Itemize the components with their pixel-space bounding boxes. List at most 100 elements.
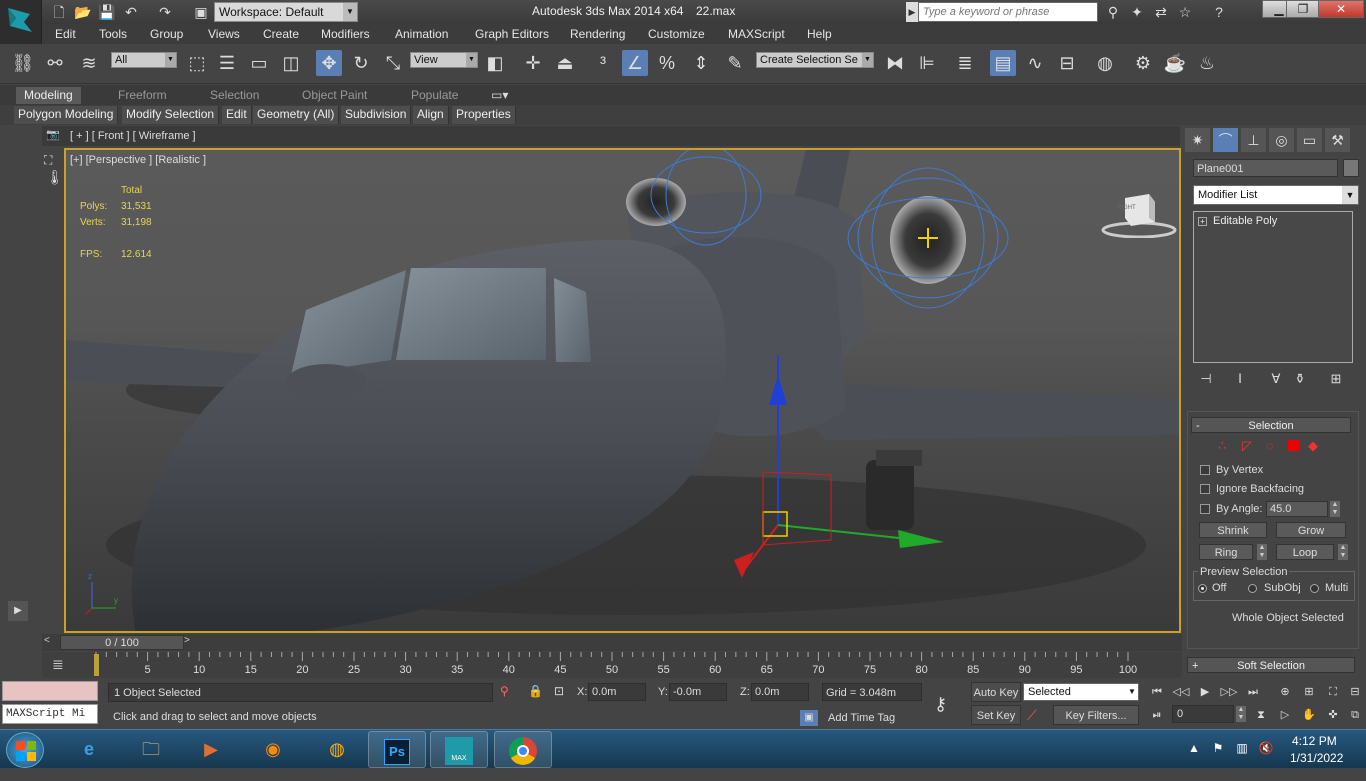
spinner-snap-icon[interactable]: ⇕ xyxy=(688,50,714,76)
angle-spinner[interactable]: ▲ ▼ xyxy=(1330,501,1340,517)
binoculars-icon[interactable]: ⚲ xyxy=(1104,3,1122,21)
zoom-icon[interactable]: ⊕ xyxy=(1274,682,1296,702)
menu-customize[interactable]: Customize xyxy=(648,27,705,41)
graphite-toolbar-icon[interactable]: ▤ xyxy=(990,50,1016,76)
panel-polygon-modeling[interactable]: Polygon Modeling xyxy=(14,106,119,124)
viewport-layout-icon[interactable]: ⛶ xyxy=(44,153,52,168)
soft-selection-rollout-header[interactable]: + Soft Selection xyxy=(1187,657,1355,673)
create-tab-icon[interactable]: ✷ xyxy=(1185,128,1210,152)
unlink-icon[interactable]: ⚯ xyxy=(42,50,68,76)
exchange-icon[interactable]: ⇄ xyxy=(1152,3,1170,21)
keyboard-shortcut-override-icon[interactable]: ⏏ xyxy=(552,50,578,76)
timeline-ruler[interactable]: 5 10 15 20 25 30 35 40 45 50 55 60 65 70 75 80 85 90 95 100 xyxy=(94,652,1174,678)
preview-multi-radio[interactable] xyxy=(1310,584,1319,593)
menu-maxscript[interactable]: MAXScript xyxy=(728,27,785,41)
select-and-rotate-icon[interactable]: ↻ xyxy=(348,50,374,76)
tab-selection[interactable]: Selection xyxy=(202,87,267,104)
panel-subdivision[interactable]: Subdivision xyxy=(341,106,412,124)
tab-populate[interactable]: Populate xyxy=(403,87,466,104)
render-setup-icon[interactable]: ⚙ xyxy=(1130,50,1156,76)
workspace-dropdown[interactable]: Workspace: Default ▼ xyxy=(214,2,358,22)
ring-spinner[interactable]: ▲ ▼ xyxy=(1257,544,1267,560)
clock-time[interactable]: 4:12 PM xyxy=(1292,734,1337,748)
go-to-end-icon[interactable]: ⏭ xyxy=(1242,682,1264,702)
file-explorer-icon[interactable]: 🗀 xyxy=(122,731,180,768)
select-and-move-icon[interactable]: ✥ xyxy=(316,50,342,76)
link-icon[interactable]: ⛓ xyxy=(10,50,36,76)
tab-freeform[interactable]: Freeform xyxy=(110,87,175,104)
schematic-view-icon[interactable]: ⊟ xyxy=(1054,50,1080,76)
viewport-label[interactable]: [+] [Perspective ] [Realistic ] xyxy=(70,154,206,166)
ribbon-options-icon[interactable]: ▭▾ xyxy=(483,87,516,104)
isolate-toggle-icon[interactable]: ⚲ xyxy=(500,684,509,698)
key-mode-toggle-icon[interactable]: ⏯ xyxy=(1146,705,1168,725)
by-angle-checkbox[interactable] xyxy=(1200,504,1210,514)
action-center-icon[interactable]: ⚑ xyxy=(1210,740,1226,756)
camera-icon[interactable]: 📷 xyxy=(46,128,60,141)
field-of-view-icon[interactable]: ▷ xyxy=(1274,705,1296,725)
3dsmax-taskbar-button[interactable]: MAX xyxy=(430,731,488,768)
grow-button[interactable]: Grow xyxy=(1276,522,1346,538)
maxscript-mini-listener[interactable]: MAXScript Mi xyxy=(2,704,98,724)
remove-modifier-icon[interactable]: ⚱ xyxy=(1290,369,1310,389)
select-manipulate-icon[interactable]: ✛ xyxy=(520,50,546,76)
panel-align[interactable]: Align xyxy=(413,106,449,124)
edge-mode-icon[interactable]: ◸ xyxy=(1242,438,1252,454)
menu-modifiers[interactable]: Modifiers xyxy=(321,27,370,41)
project-folder-icon[interactable]: ▣ xyxy=(192,3,210,21)
menu-help[interactable]: Help xyxy=(807,27,832,41)
next-frame-icon[interactable]: ▷▷ xyxy=(1218,682,1240,702)
open-file-icon[interactable]: 📂 xyxy=(74,3,92,21)
clock-date[interactable]: 1/31/2022 xyxy=(1290,751,1343,765)
media-player-icon[interactable]: ▶ xyxy=(182,731,240,768)
zoom-extents-icon[interactable]: ⛶ xyxy=(1322,682,1344,702)
volume-muted-icon[interactable]: 🔇 xyxy=(1258,740,1274,756)
maximize-viewport-icon[interactable]: ⧉ xyxy=(1344,705,1366,725)
y-coordinate-field[interactable]: -0.0m xyxy=(669,683,727,701)
ignore-backfacing-checkbox[interactable] xyxy=(1200,484,1210,494)
select-and-scale-icon[interactable]: ⤡ xyxy=(380,50,406,76)
help-icon[interactable]: ? xyxy=(1210,3,1228,21)
set-key-mode-icon[interactable]: ⚷ xyxy=(934,694,947,715)
add-time-tag-button[interactable]: Add Time Tag xyxy=(822,709,922,727)
x-coordinate-field[interactable]: 0.0m xyxy=(588,683,646,701)
make-unique-icon[interactable]: ∀ xyxy=(1266,369,1286,389)
edit-named-selection-icon[interactable]: ✎ xyxy=(722,50,748,76)
selection-rollout-header[interactable]: - Selection xyxy=(1191,417,1351,433)
menu-rendering[interactable]: Rendering xyxy=(570,27,625,41)
thermometer-icon[interactable]: 🌡 xyxy=(46,169,64,186)
selection-lock-icon[interactable]: 🔒 xyxy=(528,684,543,698)
menu-tools[interactable]: Tools xyxy=(99,27,127,41)
save-icon[interactable]: 💾 xyxy=(98,3,116,21)
align-icon[interactable]: ⊫ xyxy=(914,50,940,76)
network-icon[interactable]: ▥ xyxy=(1234,740,1250,756)
preview-subobj-radio[interactable] xyxy=(1248,584,1257,593)
tab-modeling[interactable]: Modeling xyxy=(16,87,81,104)
previous-frame-icon[interactable]: ◁◁ xyxy=(1170,682,1192,702)
layer-manager-icon[interactable]: ≣ xyxy=(952,50,978,76)
chrome-alt-icon[interactable]: ◍ xyxy=(308,731,366,768)
pin-stack-icon[interactable]: ⊣ xyxy=(1196,369,1216,389)
menu-group[interactable]: Group xyxy=(150,27,183,41)
time-slider-thumb[interactable]: 0 / 100 xyxy=(60,635,184,650)
go-to-start-icon[interactable]: ⏮ xyxy=(1146,682,1168,702)
firefox-icon[interactable]: ◉ xyxy=(244,731,302,768)
current-frame-marker[interactable] xyxy=(94,654,99,676)
show-hidden-icons-icon[interactable]: ▲ xyxy=(1186,740,1202,756)
search-input[interactable]: Type a keyword or phrase xyxy=(918,2,1098,22)
absolute-mode-icon[interactable]: ⊡ xyxy=(554,684,564,698)
panel-edit[interactable]: Edit xyxy=(222,106,252,124)
menu-graph-editors[interactable]: Graph Editors xyxy=(475,27,549,41)
next-frame-arrow-icon[interactable]: > xyxy=(184,635,190,646)
expand-plus-icon[interactable]: + xyxy=(1198,217,1207,226)
menu-create[interactable]: Create xyxy=(263,27,299,41)
element-mode-icon[interactable]: ◆ xyxy=(1308,438,1318,454)
ring-button[interactable]: Ring xyxy=(1199,544,1253,560)
zoom-all-icon[interactable]: ⊞ xyxy=(1298,682,1320,702)
front-viewport-label[interactable]: [ + ] [ Front ] [ Wireframe ] xyxy=(70,130,196,142)
object-color-swatch[interactable] xyxy=(1343,159,1359,177)
select-by-name-icon[interactable]: ☰ xyxy=(214,50,240,76)
modifier-stack[interactable]: + Editable Poly xyxy=(1193,211,1353,363)
percent-snap-icon[interactable]: % xyxy=(654,50,680,76)
play-expand-button[interactable]: ▶ xyxy=(8,601,28,621)
